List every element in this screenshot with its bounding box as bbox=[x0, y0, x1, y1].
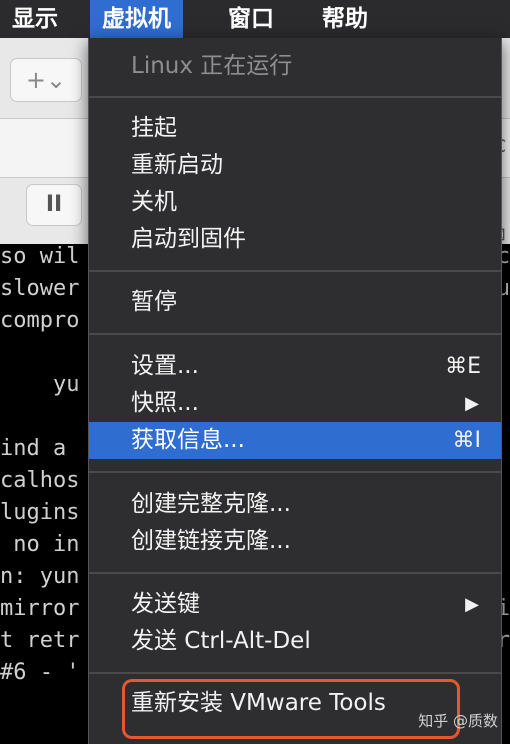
menu-item-linked-clone[interactable]: 创建链接克隆... bbox=[89, 523, 501, 560]
console-line: ind a bbox=[0, 436, 67, 461]
menu-item-boot-to-firmware[interactable]: 启动到固件 bbox=[89, 221, 501, 258]
menu-item-shutdown[interactable]: 关机 bbox=[89, 184, 501, 221]
menu-separator bbox=[89, 471, 501, 473]
menu-item-label: 设置... bbox=[131, 353, 199, 379]
pause-button[interactable]: II bbox=[26, 184, 82, 226]
menu-item-get-info[interactable]: 获取信息... ⌘I bbox=[89, 422, 501, 459]
menu-item-full-clone[interactable]: 创建完整克隆... bbox=[89, 486, 501, 523]
menu-status-running: Linux 正在运行 bbox=[131, 53, 293, 79]
menu-item-settings[interactable]: 设置... ⌘E bbox=[89, 348, 501, 385]
console-line: #6 - ' bbox=[0, 660, 80, 685]
menu-item-snapshots[interactable]: 快照... ▶ bbox=[89, 385, 501, 422]
console-line: compro bbox=[0, 308, 80, 333]
submenu-arrow-icon: ▶ bbox=[465, 594, 479, 615]
watermark: 知乎 @质数 bbox=[418, 712, 498, 730]
menu-separator bbox=[89, 572, 501, 574]
submenu-arrow-icon: ▶ bbox=[465, 393, 479, 414]
highlight-annotation bbox=[122, 679, 460, 739]
menu-separator bbox=[89, 270, 501, 272]
add-button[interactable]: +⌄ bbox=[10, 58, 82, 102]
console-line: slower bbox=[0, 276, 80, 301]
menu-separator bbox=[89, 333, 501, 335]
menu-bar: 显示 虚拟机 窗口 帮助 bbox=[0, 0, 510, 38]
menu-item-pause[interactable]: 暂停 bbox=[89, 284, 501, 321]
console-line: t retr bbox=[0, 628, 80, 653]
menu-item-label: 获取信息... bbox=[131, 427, 245, 453]
menu-item-label: 发送键 bbox=[131, 591, 200, 617]
console-line: no in bbox=[0, 532, 80, 557]
menu-virtual-machine[interactable]: 虚拟机 bbox=[90, 0, 183, 38]
console-line: so wil bbox=[0, 244, 80, 269]
menu-window[interactable]: 窗口 bbox=[216, 0, 286, 38]
console-line: yu bbox=[0, 372, 80, 397]
menu-item-suspend[interactable]: 挂起 bbox=[89, 110, 501, 147]
get-info-shortcut: ⌘I bbox=[452, 428, 482, 453]
console-line: mirror bbox=[0, 596, 80, 621]
menu-help[interactable]: 帮助 bbox=[310, 0, 380, 38]
menu-item-label: 快照... bbox=[131, 390, 199, 416]
menu-separator bbox=[89, 96, 501, 98]
menu-separator bbox=[89, 672, 501, 674]
menu-item-restart[interactable]: 重新启动 bbox=[89, 147, 501, 184]
console-line: calhos bbox=[0, 468, 80, 493]
menu-item-send-key[interactable]: 发送键 ▶ bbox=[89, 586, 501, 623]
virtual-machine-menu: Linux 正在运行 挂起 重新启动 关机 启动到固件 暂停 设置... ⌘E … bbox=[88, 38, 502, 744]
menu-item-send-ctrl-alt-del[interactable]: 发送 Ctrl-Alt-Del bbox=[89, 623, 501, 660]
settings-shortcut: ⌘E bbox=[445, 354, 481, 379]
menu-display[interactable]: 显示 bbox=[0, 0, 70, 38]
console-line: lugins bbox=[0, 500, 80, 525]
console-line: n: yun bbox=[0, 564, 80, 589]
